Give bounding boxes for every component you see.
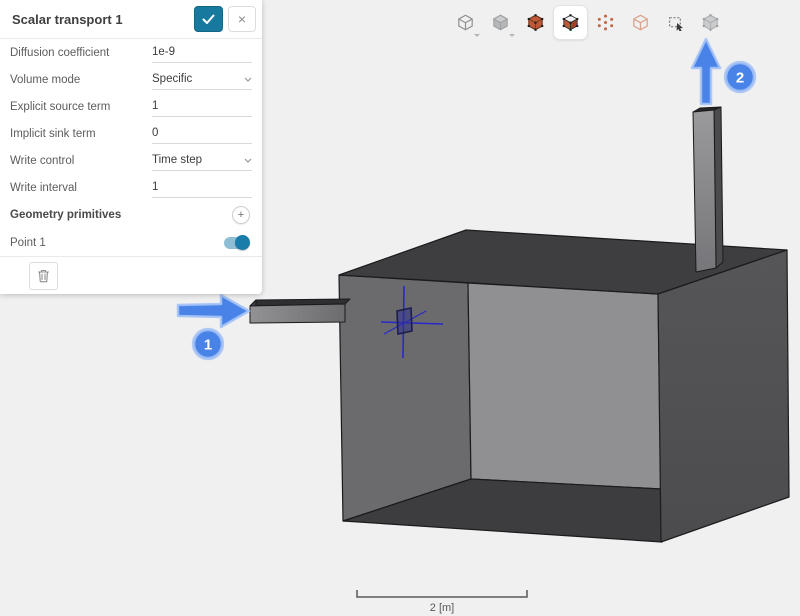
hide-selection-button xyxy=(693,5,728,40)
outlet-pipe[interactable] xyxy=(693,107,723,272)
select-faces-button[interactable] xyxy=(553,5,588,40)
plus-icon: + xyxy=(238,209,244,221)
box-back-inner-wall[interactable] xyxy=(468,283,661,489)
field-row-write-control: Write control Time step xyxy=(0,147,262,174)
field-row-diffusion-coefficient: Diffusion coefficient xyxy=(0,39,262,66)
write-interval-input[interactable] xyxy=(152,181,252,193)
field-label: Diffusion coefficient xyxy=(10,47,152,59)
point-cube-glyph xyxy=(397,308,412,334)
check-icon xyxy=(202,14,215,25)
close-button[interactable]: × xyxy=(228,6,256,32)
explicit-source-term-input[interactable] xyxy=(152,100,252,112)
chevron-down-icon xyxy=(244,158,252,163)
select-vertices-button[interactable] xyxy=(588,5,623,40)
section-label: Geometry primitives xyxy=(10,209,152,221)
callout-1-label: 1 xyxy=(204,337,212,354)
box-select-icon xyxy=(667,14,684,31)
selection-toolbar xyxy=(448,5,728,40)
primitive-row-point-1: Point 1 xyxy=(0,229,262,256)
wireframe-cube-icon xyxy=(457,14,474,31)
inlet-pipe[interactable] xyxy=(250,299,350,323)
outlet-pipe-front-face[interactable] xyxy=(693,110,716,272)
select-vertices-icon xyxy=(597,14,614,31)
callout-2-label: 2 xyxy=(736,70,744,87)
chevron-down-icon xyxy=(244,77,252,82)
select-volumes-button[interactable] xyxy=(518,5,553,40)
primitive-label: Point 1 xyxy=(10,237,152,249)
field-row-write-interval: Write interval xyxy=(0,174,262,201)
delete-button[interactable] xyxy=(29,262,58,290)
callout-arrow-2: 2 xyxy=(692,39,755,104)
callout-arrow-1: 1 xyxy=(178,295,249,359)
diffusion-coefficient-input[interactable] xyxy=(152,46,252,58)
apply-button[interactable] xyxy=(194,6,223,32)
trash-icon xyxy=(37,269,50,283)
field-label: Volume mode xyxy=(10,74,152,86)
scale-bar: 2 [m] xyxy=(357,590,527,614)
solid-view-button[interactable] xyxy=(483,5,518,40)
field-row-volume-mode: Volume mode Specific xyxy=(0,66,262,93)
select-edges-button[interactable] xyxy=(623,5,658,40)
toggle-knob xyxy=(235,235,250,250)
geometry-primitives-section: Geometry primitives + xyxy=(0,201,262,229)
write-control-select[interactable]: Time step xyxy=(152,150,252,171)
solid-cube-icon xyxy=(492,14,509,31)
box-select-button[interactable] xyxy=(658,5,693,40)
scalar-transport-settings-panel: Scalar transport 1 × Diffusion coefficie… xyxy=(0,0,262,294)
inlet-pipe-front-face[interactable] xyxy=(250,304,345,323)
select-volumes-icon xyxy=(527,14,544,31)
wireframe-view-button[interactable] xyxy=(448,5,483,40)
application-window: { "colors": { "accent_teal": "#17799e", … xyxy=(0,0,800,616)
panel-title: Scalar transport 1 xyxy=(12,12,194,27)
point-1-toggle[interactable] xyxy=(224,237,248,249)
hide-selection-icon xyxy=(702,14,719,31)
scale-bar-label: 2 [m] xyxy=(430,602,454,614)
field-label: Write interval xyxy=(10,182,152,194)
field-label: Explicit source term xyxy=(10,101,152,113)
field-label: Implicit sink term xyxy=(10,128,152,140)
dropdown-caret-icon[interactable] xyxy=(509,34,515,37)
panel-header: Scalar transport 1 × xyxy=(0,0,262,39)
field-row-implicit-sink-term: Implicit sink term xyxy=(0,120,262,147)
select-edges-icon xyxy=(632,14,649,31)
box-right-face[interactable] xyxy=(658,250,789,542)
select-faces-icon xyxy=(562,14,579,31)
box-geometry[interactable] xyxy=(339,230,789,542)
volume-mode-select[interactable]: Specific xyxy=(152,69,252,90)
add-geometry-primitive-button[interactable]: + xyxy=(232,206,250,224)
panel-footer xyxy=(0,256,262,294)
dropdown-caret-icon[interactable] xyxy=(474,34,480,37)
close-icon: × xyxy=(238,12,246,26)
field-label: Write control xyxy=(10,155,152,167)
implicit-sink-term-input[interactable] xyxy=(152,127,252,139)
field-row-explicit-source-term: Explicit source term xyxy=(0,93,262,120)
